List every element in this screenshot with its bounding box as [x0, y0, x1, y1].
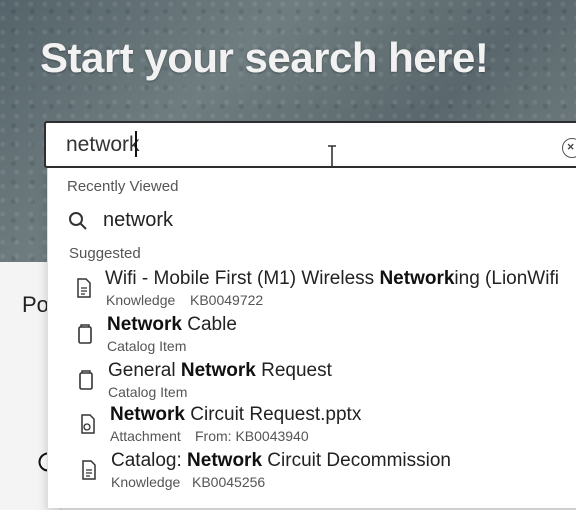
catalog-item-icon: [79, 370, 93, 390]
suggestion-type: Knowledge: [106, 292, 176, 308]
suggestion-type: Knowledge: [111, 474, 181, 490]
match-highlight: Network: [180, 360, 256, 381]
title-text: Wifi - Mobile First (M1) Wireless: [105, 268, 380, 289]
search-box[interactable]: [44, 121, 576, 168]
title-text: General: [108, 360, 181, 381]
suggestion-type: Catalog Item: [108, 384, 188, 400]
search-input[interactable]: [66, 132, 516, 158]
recently-viewed-label: Recently Viewed: [67, 178, 179, 195]
suggestion-title: Network Cable: [107, 314, 237, 336]
title-text: ing (LionWifi: [454, 268, 559, 289]
suggestion-detail: KB0045256: [192, 474, 266, 490]
match-highlight: Network: [107, 314, 182, 335]
clear-search-button[interactable]: [562, 138, 576, 158]
title-text: Circuit Decommission: [262, 450, 451, 471]
title-text: Cable: [181, 314, 237, 335]
suggestion-detail: KB0049722: [190, 292, 264, 308]
title-text: Circuit Request.pptx: [184, 404, 362, 425]
suggestion-type: Attachment: [110, 428, 181, 444]
partial-section-heading: Po: [22, 292, 49, 317]
text-caret: [135, 131, 137, 157]
title-text: Catalog:: [111, 450, 188, 471]
suggestion-title: Network Circuit Request.pptx: [110, 404, 361, 426]
suggestion-title: Catalog: Network Circuit Decommission: [111, 450, 451, 472]
search-icon: [69, 212, 87, 230]
match-highlight: Network: [379, 268, 455, 289]
hero-title: Start your search here!: [40, 34, 489, 81]
match-highlight: Network: [187, 450, 263, 471]
suggestion-title: General Network Request: [108, 360, 332, 382]
suggested-label: Suggested: [69, 245, 141, 262]
suggestion-title: Wifi - Mobile First (M1) Wireless Networ…: [105, 268, 559, 290]
match-highlight: Network: [110, 404, 185, 425]
catalog-item-icon: [78, 324, 92, 344]
title-text: Request: [255, 360, 332, 381]
document-icon: [82, 460, 96, 480]
attachment-file-icon: [81, 414, 95, 434]
close-circle-icon: [567, 143, 574, 150]
suggestion-detail: From: KB0043940: [195, 428, 309, 444]
suggestion-type: Catalog Item: [107, 338, 187, 354]
document-icon: [77, 278, 91, 298]
recent-search-item[interactable]: network: [103, 209, 173, 232]
